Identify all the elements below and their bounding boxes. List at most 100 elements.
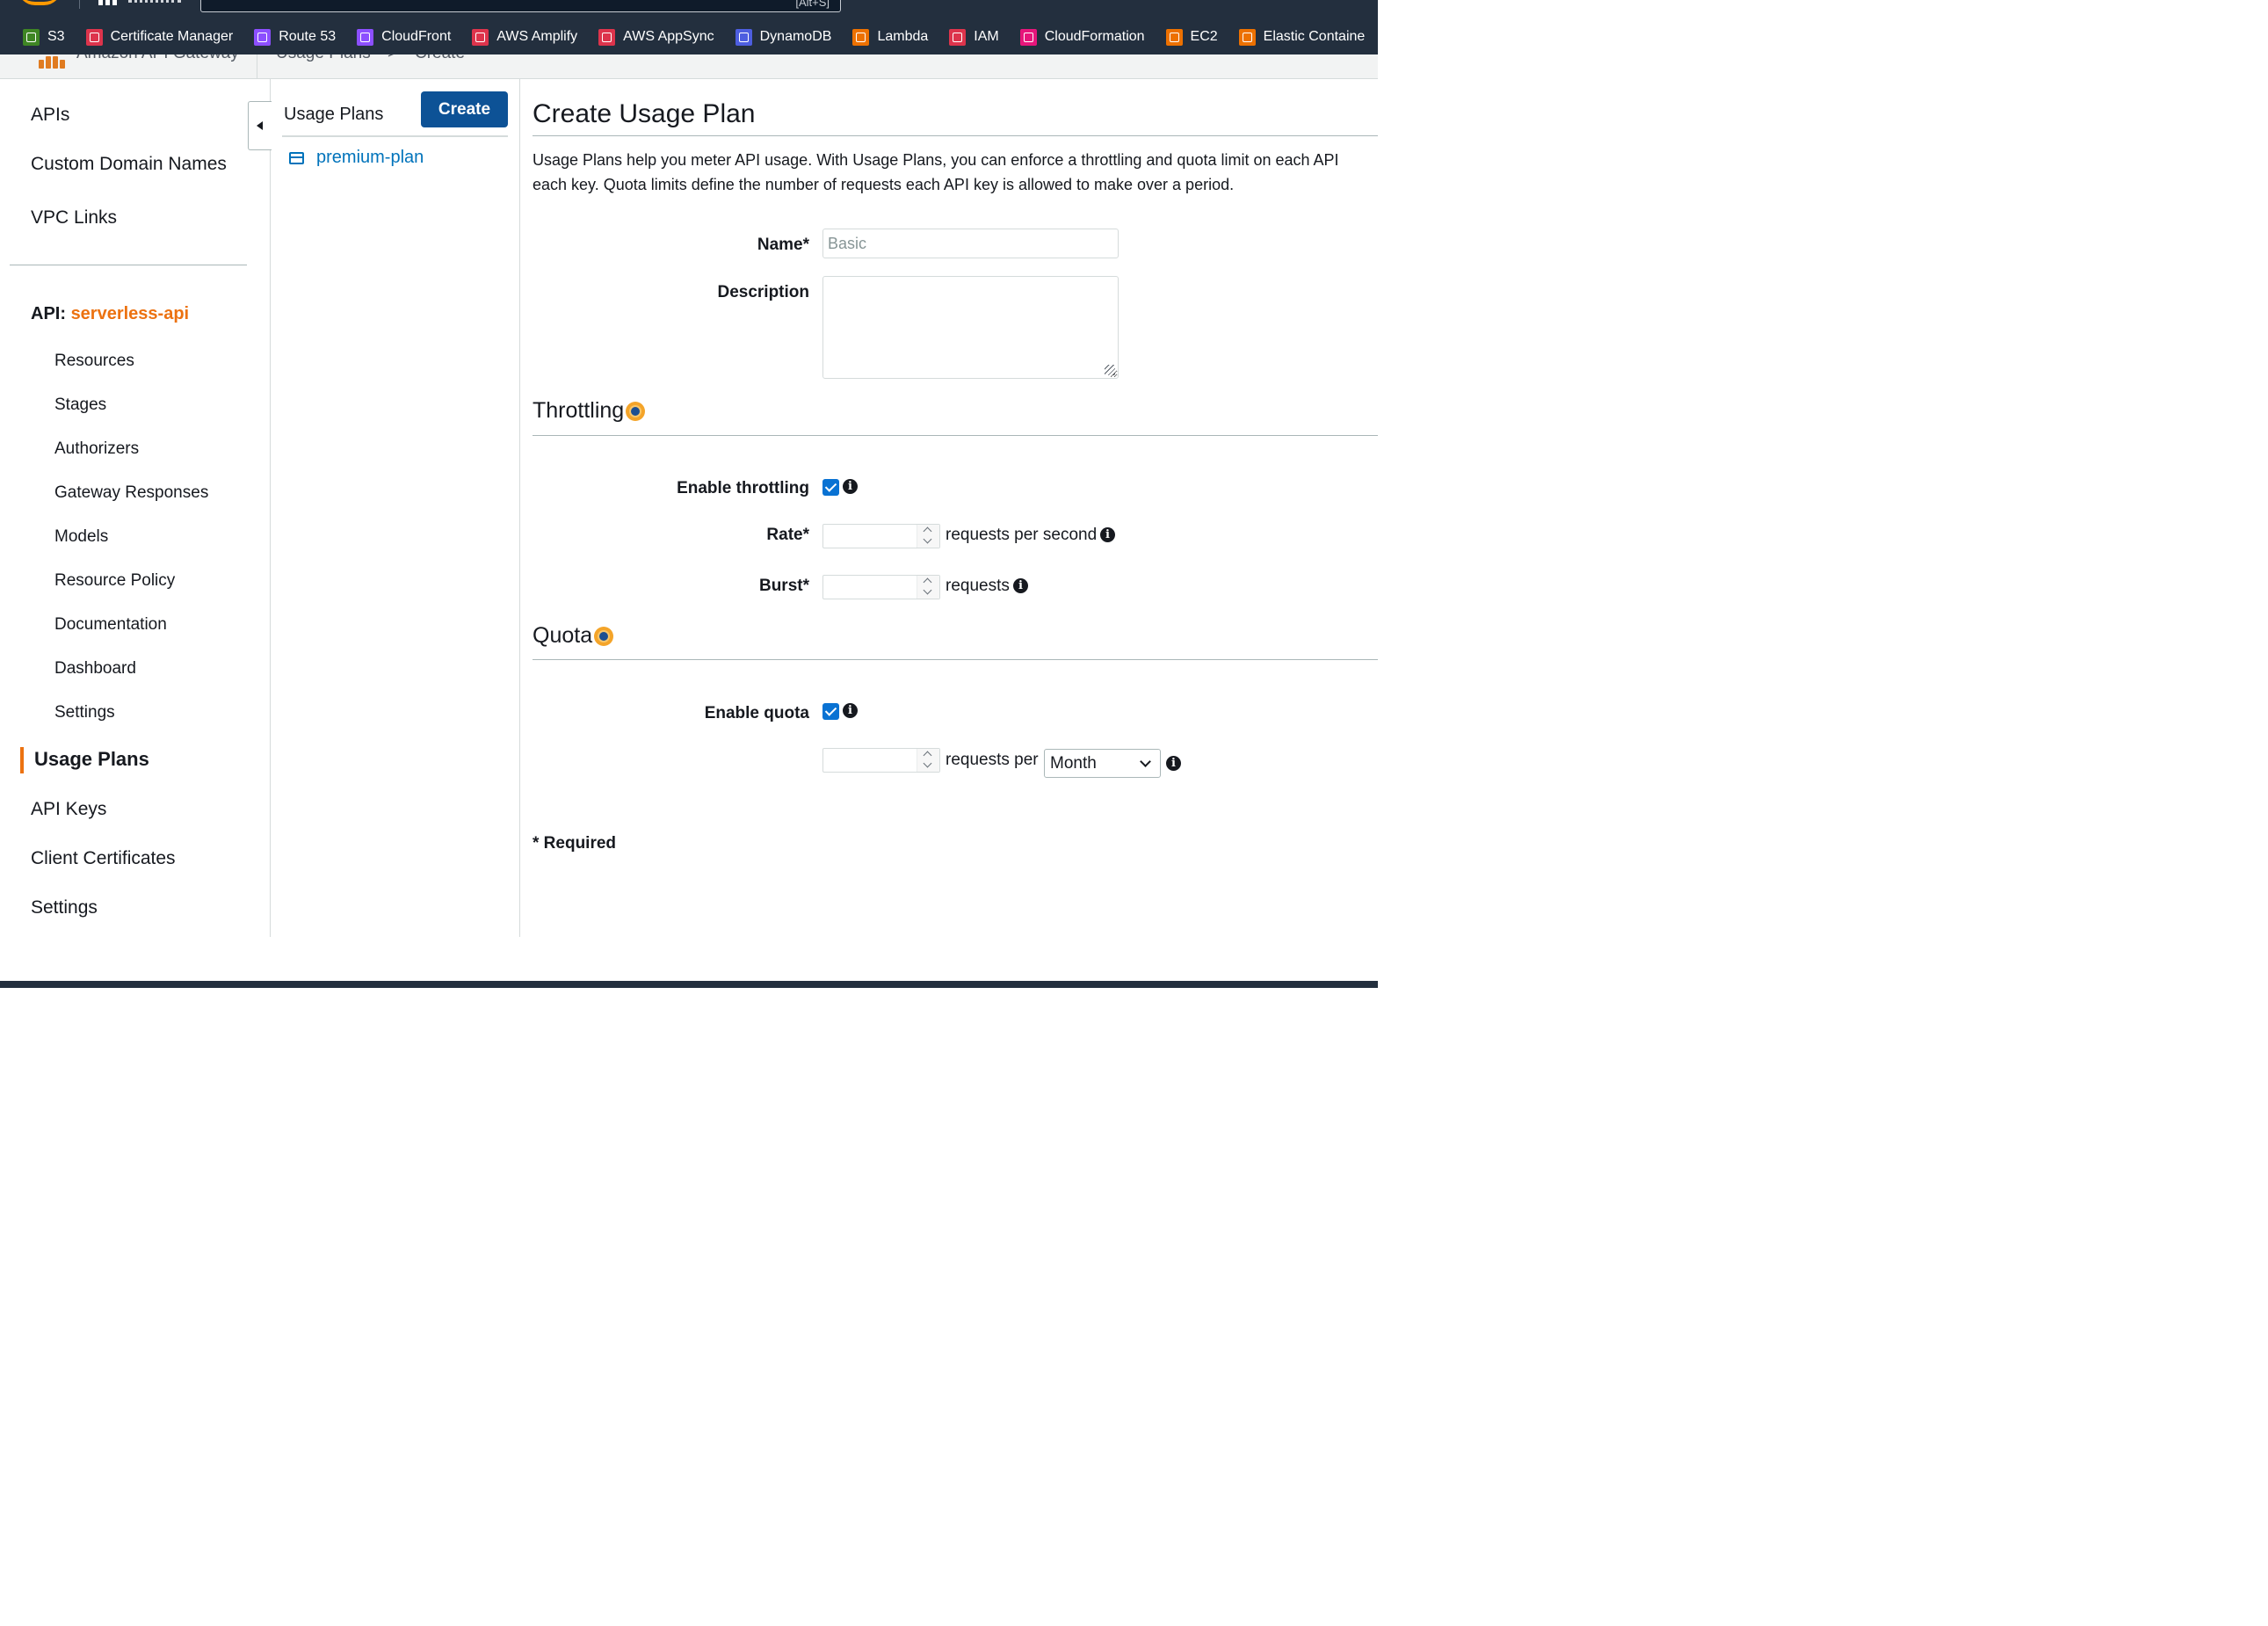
nav-custom-domain-names[interactable]: Custom Domain Names <box>31 154 227 175</box>
rate-unit: requests per second <box>946 526 1098 544</box>
enable-quota-info-icon[interactable]: i <box>843 703 858 718</box>
favorite-label: AWS AppSync <box>623 29 714 44</box>
throttling-info-dot-icon[interactable] <box>626 401 646 421</box>
quota-section-title: Quota <box>533 623 614 649</box>
favorite-label: Elastic Containe <box>1263 29 1366 44</box>
nav-api-keys[interactable]: API Keys <box>31 799 106 820</box>
search-input[interactable]: [Alt+S] <box>200 0 841 12</box>
services-label[interactable] <box>128 0 181 3</box>
rate-stepper-arrows-icon[interactable] <box>917 525 939 548</box>
certificate-manager-icon <box>85 28 103 46</box>
appsync-icon <box>598 28 616 46</box>
throttling-section-title: Throttling <box>533 398 646 424</box>
favorite-label: CloudFormation <box>1044 29 1145 44</box>
api-heading: API: serverless-api <box>31 304 189 324</box>
nav-settings[interactable]: Settings <box>31 897 98 918</box>
favorite-cloudfront[interactable]: CloudFront <box>357 28 452 46</box>
nav-models[interactable]: Models <box>54 527 108 547</box>
nav-client-certificates[interactable]: Client Certificates <box>31 848 176 869</box>
breadcrumb-current: Create <box>415 54 465 63</box>
iam-icon <box>949 28 967 46</box>
breadcrumb-service[interactable]: Amazon API Gateway <box>76 54 239 63</box>
topbar-divider <box>79 0 80 9</box>
nav-usage-plans[interactable]: Usage Plans <box>34 748 149 771</box>
favorite-appsync[interactable]: AWS AppSync <box>598 28 714 46</box>
usage-plan-icon <box>289 151 304 164</box>
nav-authorizers[interactable]: Authorizers <box>54 439 139 459</box>
usage-plan-link[interactable]: premium-plan <box>316 148 424 168</box>
quota-stepper-arrows-icon[interactable] <box>917 749 939 772</box>
favorite-label: S3 <box>47 29 65 44</box>
nav-api-settings[interactable]: Settings <box>54 703 115 722</box>
favorite-ecs[interactable]: Elastic Containe <box>1238 28 1366 46</box>
burst-info-icon[interactable]: i <box>1013 578 1028 593</box>
favorite-ec2[interactable]: EC2 <box>1165 28 1218 46</box>
collapse-nav-button[interactable] <box>248 101 272 150</box>
description-field[interactable] <box>822 276 1119 379</box>
quota-period-select[interactable]: Month <box>1044 749 1161 778</box>
nav-documentation[interactable]: Documentation <box>54 615 167 635</box>
favorite-cloudformation[interactable]: CloudFormation <box>1019 28 1145 46</box>
burst-label: Burst* <box>758 577 809 595</box>
nav-vpc-links[interactable]: VPC Links <box>31 207 117 229</box>
api-name[interactable]: serverless-api <box>71 304 190 323</box>
favorite-label: IAM <box>974 29 999 44</box>
enable-throttling-info-icon[interactable]: i <box>843 479 858 494</box>
breadcrumb-usage-plans[interactable]: Usage Plans <box>276 54 371 63</box>
favorite-label: Lambda <box>877 29 929 44</box>
nav-stages[interactable]: Stages <box>54 396 106 415</box>
quota-info-dot-icon[interactable] <box>594 626 614 646</box>
favorite-amplify[interactable]: AWS Amplify <box>472 28 578 46</box>
nav-apis[interactable]: APIs <box>31 105 69 126</box>
favorite-label: AWS Amplify <box>496 29 578 44</box>
ecs-icon <box>1238 28 1256 46</box>
quota-period-info-icon[interactable]: i <box>1166 756 1181 771</box>
create-button[interactable]: Create <box>421 91 508 127</box>
aws-logo[interactable] <box>18 0 62 5</box>
list-divider <box>282 135 508 137</box>
quota-stepper[interactable] <box>822 748 940 773</box>
nav-gateway-responses[interactable]: Gateway Responses <box>54 483 208 503</box>
throttling-divider <box>533 435 1378 436</box>
lambda-icon <box>852 28 870 46</box>
cloudfront-icon <box>357 28 374 46</box>
description-label: Description <box>717 283 809 301</box>
rate-stepper[interactable] <box>822 524 940 548</box>
required-note: * Required <box>533 834 617 853</box>
rate-info-icon[interactable]: i <box>1100 527 1115 542</box>
favorite-route53[interactable]: Route 53 <box>254 28 337 46</box>
favorite-label: CloudFront <box>381 29 452 44</box>
burst-unit: requests <box>946 577 1010 595</box>
title-divider <box>533 135 1378 136</box>
favorites-bar: S3 Certificate Manager Route 53 CloudFront A… <box>0 21 1365 53</box>
api-gateway-logo-icon <box>39 54 65 69</box>
route53-icon <box>254 28 272 46</box>
favorite-dynamodb[interactable]: DynamoDB <box>735 28 831 46</box>
active-indicator <box>20 747 24 773</box>
aws-top-bar: [Alt+S] S3 Certificate Manager Route 53 Clo… <box>0 0 1378 54</box>
nav-resources[interactable]: Resources <box>54 352 134 371</box>
page-description: Usage Plans help you meter API usage. Wi… <box>533 148 1411 197</box>
favorite-lambda[interactable]: Lambda <box>852 28 929 46</box>
favorite-iam[interactable]: IAM <box>949 28 999 46</box>
favorite-certificate-manager[interactable]: Certificate Manager <box>85 28 233 46</box>
nav-resource-policy[interactable]: Resource Policy <box>54 571 175 591</box>
favorite-label: Route 53 <box>279 29 337 44</box>
name-field[interactable] <box>822 229 1119 258</box>
amplify-icon <box>472 28 489 46</box>
enable-throttling-checkbox[interactable] <box>822 479 839 496</box>
services-grid-icon[interactable] <box>98 0 118 5</box>
enable-quota-checkbox[interactable] <box>822 703 839 720</box>
burst-stepper-arrows-icon[interactable] <box>917 576 939 599</box>
burst-stepper[interactable] <box>822 575 940 599</box>
usage-plans-list-panel: Usage Plans Create premium-plan <box>272 79 520 937</box>
usage-plans-title: Usage Plans <box>284 105 384 124</box>
nav-dashboard[interactable]: Dashboard <box>54 659 136 679</box>
cloudformation-icon <box>1019 28 1037 46</box>
search-shortcut-hint: [Alt+S] <box>795 0 830 9</box>
list-item[interactable]: premium-plan <box>289 148 424 168</box>
breadcrumb: Amazon API Gateway Usage Plans > Create <box>0 54 1378 79</box>
page-title: Create Usage Plan <box>533 99 756 128</box>
resize-handle-icon[interactable] <box>1105 365 1115 375</box>
favorite-s3[interactable]: S3 <box>23 28 65 46</box>
